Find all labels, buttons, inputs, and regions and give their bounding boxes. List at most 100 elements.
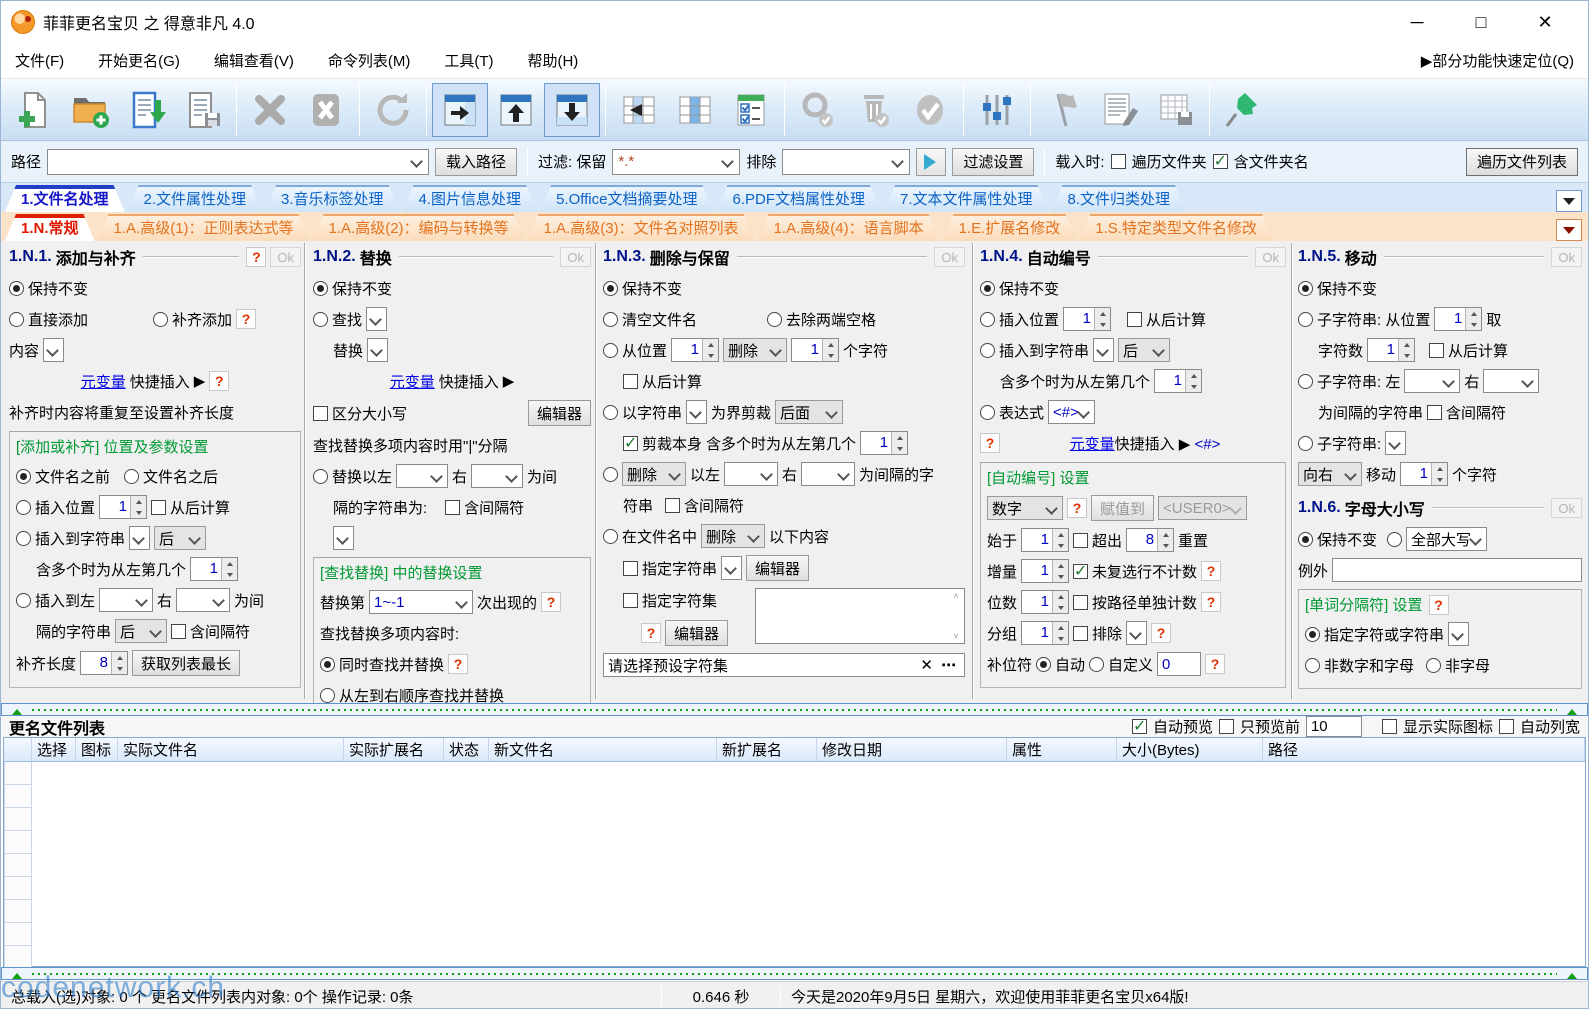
quick-locate-menu[interactable]: ▶部分功能快速定位(Q) <box>1421 50 1574 71</box>
delete-between-radio[interactable] <box>603 467 618 482</box>
apply-filter-button[interactable] <box>916 148 946 176</box>
close-button[interactable]: ✕ <box>1530 12 1560 33</box>
case-mode-combobox[interactable]: 全部大写 <box>1406 527 1487 551</box>
increment-spinner[interactable]: 1 <box>1021 559 1069 583</box>
word-sep-help-button[interactable]: ? <box>1429 595 1449 615</box>
include-sep-checkbox[interactable] <box>445 500 460 515</box>
right-delim-combobox[interactable] <box>471 464 523 488</box>
pad-char-help-button[interactable]: ? <box>1205 654 1225 674</box>
refresh-icon[interactable] <box>365 83 421 137</box>
exclude-combobox[interactable] <box>782 149 910 175</box>
save-table-icon[interactable] <box>1148 83 1204 137</box>
change-case-radio[interactable] <box>1387 532 1402 547</box>
show-real-icons-checkbox[interactable] <box>1382 719 1397 734</box>
delete-confirm-icon[interactable] <box>846 83 902 137</box>
before-after-dropdown[interactable]: 后 <box>1118 338 1170 362</box>
settings-sliders-icon[interactable] <box>969 83 1025 137</box>
insert-to-string-radio[interactable] <box>980 343 995 358</box>
sep-side-dropdown[interactable]: 后 <box>115 619 167 643</box>
panel1-ok-button[interactable]: Ok <box>270 247 301 267</box>
apply-confirm-icon[interactable] <box>902 83 958 137</box>
number-type-dropdown[interactable]: 数字 <box>987 496 1063 520</box>
metavar-link[interactable]: 元变量 <box>81 371 126 392</box>
panel-up-icon[interactable] <box>488 83 544 137</box>
spec-chars-radio[interactable] <box>1305 627 1320 642</box>
right-delim-combobox[interactable] <box>176 588 230 612</box>
delete-content-radio[interactable] <box>603 529 618 544</box>
metavar-link[interactable]: 元变量 <box>1070 436 1115 453</box>
charset-textarea[interactable]: ˄˅ <box>755 588 965 644</box>
add-folder-icon[interactable] <box>63 83 119 137</box>
tab-filename[interactable]: 1.文件名处理 <box>5 185 125 212</box>
preview-first-checkbox[interactable] <box>1219 719 1234 734</box>
insert-column-left-icon[interactable] <box>611 83 667 137</box>
menu-help[interactable]: 帮助(H) <box>527 50 578 71</box>
include-sep-checkbox[interactable] <box>1427 405 1442 420</box>
after-name-radio[interactable] <box>124 469 139 484</box>
editor-button[interactable]: 编辑器 <box>528 400 591 426</box>
panel5-ok-button[interactable]: Ok <box>1551 247 1582 267</box>
keep-unchanged-radio[interactable] <box>603 281 618 296</box>
include-sep-checkbox[interactable] <box>171 624 186 639</box>
pad-char-input[interactable]: 0 <box>1157 652 1201 676</box>
tab-file-sort[interactable]: 8.文件归类处理 <box>1052 185 1187 212</box>
right-delim-combobox[interactable] <box>801 462 855 486</box>
non-alpha-radio[interactable] <box>1426 658 1441 673</box>
simultaneous-replace-radio[interactable] <box>320 657 335 672</box>
overflow-checkbox[interactable] <box>1073 533 1088 548</box>
load-path-button[interactable]: 载入路径 <box>435 148 517 176</box>
pad-custom-radio[interactable] <box>1089 657 1104 672</box>
subtab-compare-list[interactable]: 1.A.高级(3)：文件名对照列表 <box>528 214 755 241</box>
remove-icon[interactable] <box>242 83 298 137</box>
spec-string-checkbox[interactable] <box>623 561 638 576</box>
menu-tools[interactable]: 工具(T) <box>444 50 493 71</box>
preview-count-input[interactable]: 10 <box>1306 716 1362 737</box>
subtab-specific-type[interactable]: 1.S.特定类型文件名修改 <box>1079 214 1273 241</box>
from-end-checkbox[interactable] <box>623 374 638 389</box>
trim-spaces-radio[interactable] <box>767 312 782 327</box>
skip-unchecked-checkbox[interactable] <box>1073 564 1088 579</box>
from-end-checkbox[interactable] <box>1127 312 1142 327</box>
left-delim-combobox[interactable] <box>99 588 153 612</box>
menu-start-rename[interactable]: 开始更名(G) <box>98 50 180 71</box>
tab-pdf-props[interactable]: 6.PDF文档属性处理 <box>716 185 881 212</box>
walk-folders-checkbox[interactable] <box>1111 154 1126 169</box>
substring-text-radio[interactable] <box>1298 436 1313 451</box>
panel-right-icon[interactable] <box>432 83 488 137</box>
panel2-ok-button[interactable]: Ok <box>560 247 591 267</box>
insert-pos-radio[interactable] <box>16 500 31 515</box>
replace-combobox[interactable] <box>367 338 388 362</box>
clear-preset-icon[interactable]: ✕ <box>912 656 941 674</box>
auto-preview-checkbox[interactable] <box>1132 719 1147 734</box>
preset-charset-picker[interactable]: 请选择预设字符集✕⋯ <box>603 653 965 677</box>
from-end-checkbox[interactable] <box>1429 343 1444 358</box>
insert-between-radio[interactable] <box>16 593 31 608</box>
subtab-normal[interactable]: 1.N.常规 <box>5 214 95 241</box>
col-actual-name[interactable]: 实际文件名 <box>118 738 344 761</box>
exclude-combobox[interactable] <box>1126 621 1147 645</box>
left-delim-combobox[interactable] <box>724 462 778 486</box>
char-count-spinner[interactable]: 1 <box>1367 338 1415 362</box>
keep-unchanged-radio[interactable] <box>9 281 24 296</box>
maximize-button[interactable]: □ <box>1466 12 1496 33</box>
col-new-ext[interactable]: 新扩展名 <box>717 738 817 761</box>
overflow-spinner[interactable]: 8 <box>1126 528 1174 552</box>
new-file-icon[interactable] <box>7 83 63 137</box>
nth-occurrence-spinner[interactable]: 1 <box>190 557 238 581</box>
move-count-spinner[interactable]: 1 <box>1400 462 1448 486</box>
sequential-replace-radio[interactable] <box>320 688 335 703</box>
replace-between-radio[interactable] <box>313 469 328 484</box>
find-combobox[interactable] <box>366 307 387 331</box>
sub-tabs-overflow-button[interactable] <box>1556 219 1582 241</box>
panel1-help-button[interactable]: ? <box>246 247 266 267</box>
exclude-help-button[interactable]: ? <box>1151 623 1171 643</box>
keep-unchanged-radio[interactable] <box>1298 532 1313 547</box>
col-attrs[interactable]: 属性 <box>1007 738 1117 761</box>
editor-button[interactable]: 编辑器 <box>746 555 809 581</box>
col-size[interactable]: 大小(Bytes) <box>1117 738 1263 761</box>
walk-file-list-button[interactable]: 遍历文件列表 <box>1466 148 1578 176</box>
tab-text-props[interactable]: 7.文本文件属性处理 <box>884 185 1049 212</box>
insert-pos-spinner[interactable]: 1 <box>99 495 147 519</box>
save-file-list-icon[interactable] <box>175 83 231 137</box>
browse-preset-icon[interactable]: ⋯ <box>941 656 960 674</box>
